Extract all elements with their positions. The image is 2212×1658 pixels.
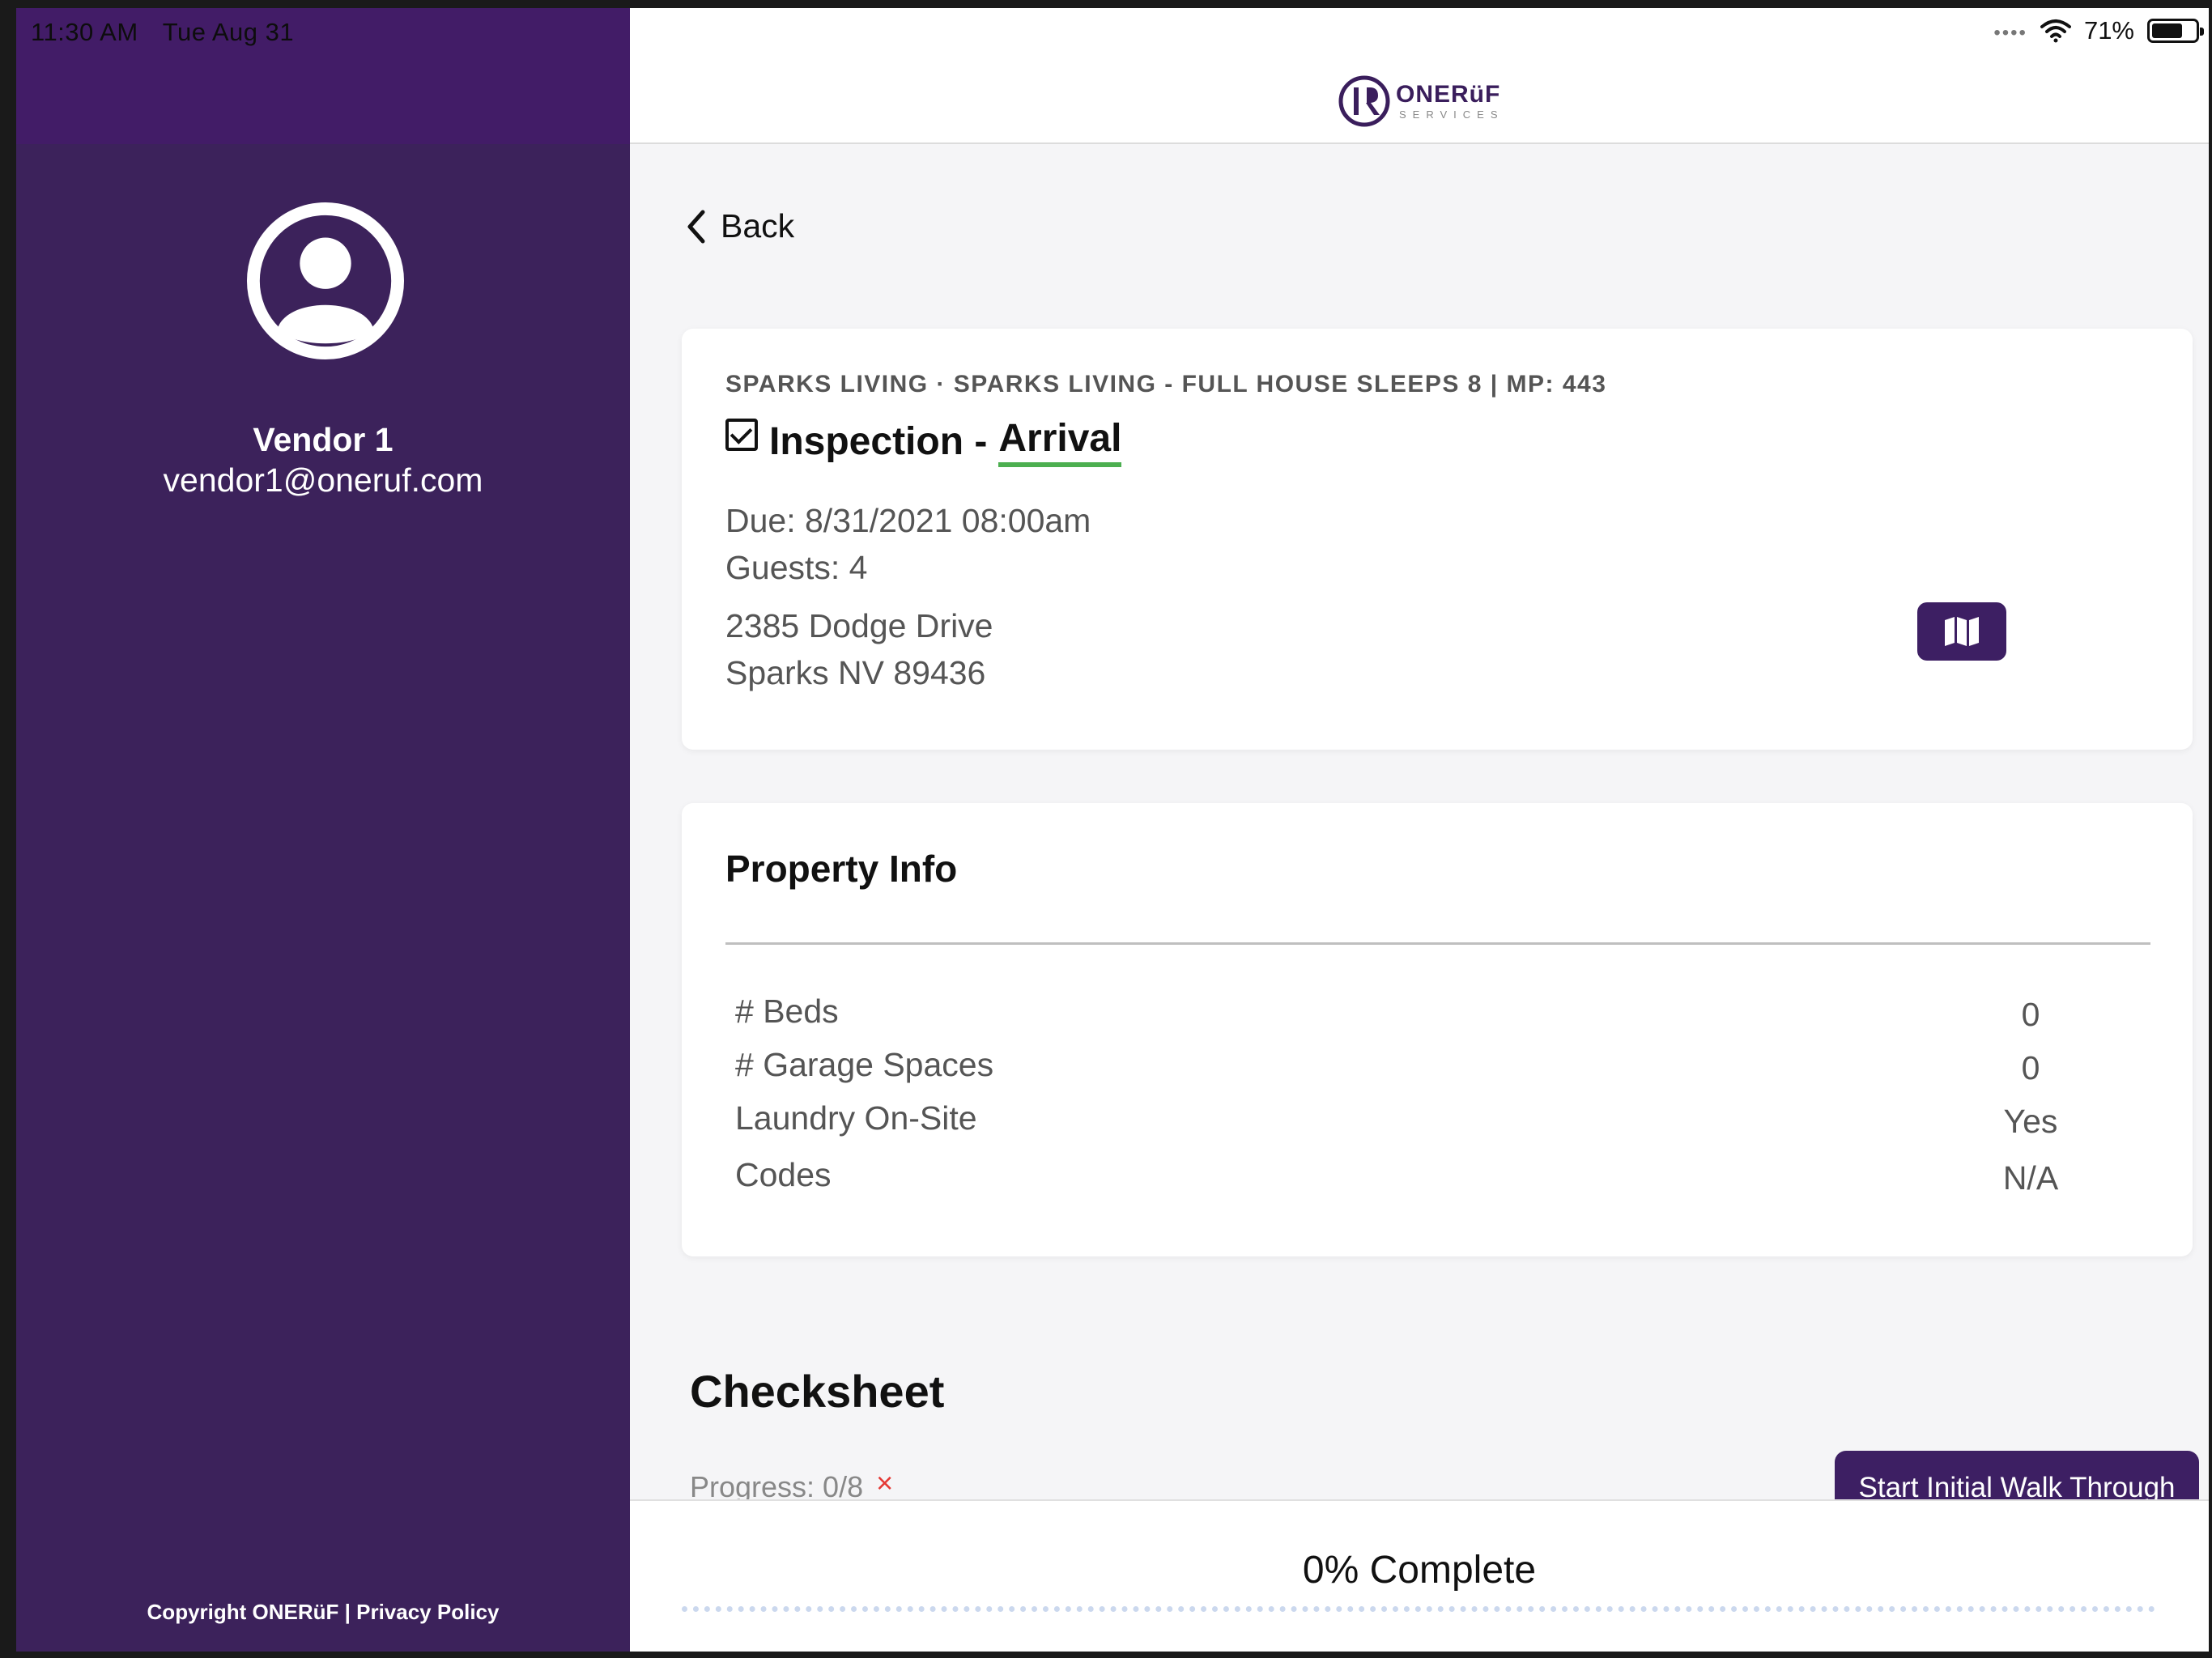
user-name: Vendor 1 — [253, 421, 393, 458]
back-button[interactable]: Back — [685, 207, 794, 245]
status-time: 11:30 AM Tue Aug 31 — [31, 18, 318, 47]
property-row: Codes N/A — [735, 1156, 2112, 1205]
task-title: Inspection - Arrival — [725, 416, 1122, 467]
top-bar: •••• 71% ONERüF SERVICES — [630, 8, 2209, 144]
property-label: Laundry On-Site — [735, 1099, 977, 1137]
wifi-icon — [2040, 19, 2071, 43]
property-label: # Garage Spaces — [735, 1046, 994, 1083]
property-value: Yes — [2003, 1103, 2058, 1140]
close-icon: × — [876, 1466, 894, 1499]
completion-text: 0% Complete — [1302, 1549, 1537, 1592]
progress-dots-divider — [682, 1606, 2155, 1612]
property-value: 0 — [2021, 996, 2040, 1033]
property-row: # Beds 0 — [735, 993, 2112, 1041]
status-date: Tue Aug 31 — [162, 18, 295, 46]
map-icon — [1945, 617, 1979, 646]
main-content: •••• 71% ONERüF SERVICES Back SPARKS LIV… — [630, 8, 2209, 1652]
property-value: 0 — [2021, 1049, 2040, 1086]
task-title-highlight: Arrival — [998, 416, 1122, 467]
task-due: Due: 8/31/2021 08:00am — [725, 502, 1091, 539]
app-screen: 11:30 AM Tue Aug 31 Vendor 1 vendor1@oner… — [16, 8, 2209, 1652]
property-row: # Garage Spaces 0 — [735, 1046, 2112, 1095]
task-card: SPARKS LIVING · SPARKS LIVING - FULL HOU… — [682, 329, 2193, 750]
logo-title: ONERüF — [1396, 81, 1501, 108]
oneruf-logo: ONERüF SERVICES — [1338, 74, 1504, 128]
property-label: Codes — [735, 1156, 832, 1193]
signal-dots-icon: •••• — [1993, 22, 2027, 44]
task-address-line2: Sparks NV 89436 — [725, 654, 986, 691]
property-value: N/A — [2002, 1159, 2059, 1197]
chevron-left-icon — [687, 210, 705, 243]
back-label: Back — [721, 207, 795, 244]
status-bar-left: 11:30 AM Tue Aug 31 — [16, 8, 630, 144]
completion-bar: 0% Complete — [630, 1499, 2209, 1652]
user-avatar-icon[interactable] — [245, 201, 406, 361]
task-address-line1: 2385 Dodge Drive — [725, 607, 993, 644]
task-property-subtitle: SPARKS LIVING · SPARKS LIVING - FULL HOU… — [725, 371, 1607, 397]
task-title-prefix: Inspection - — [769, 420, 988, 463]
divider — [725, 942, 2150, 945]
property-label: # Beds — [735, 993, 839, 1030]
map-button[interactable] — [1917, 602, 2006, 661]
property-info-title: Property Info — [725, 848, 958, 890]
task-guests: Guests: 4 — [725, 549, 868, 586]
checksheet-title: Checksheet — [690, 1366, 945, 1417]
sidebar: 11:30 AM Tue Aug 31 Vendor 1 vendor1@oner… — [16, 8, 630, 1652]
logo-mark-icon — [1338, 75, 1390, 127]
status-bar-right: •••• 71% — [1993, 16, 2204, 45]
property-row: Laundry On-Site Yes — [735, 1099, 2112, 1148]
copyright-footer[interactable]: Copyright ONERüF | Privacy Policy — [16, 1600, 630, 1625]
battery-icon — [2147, 19, 2204, 43]
checkbox-checked-icon — [725, 418, 758, 451]
property-info-card: Property Info # Beds 0 # Garage Spaces 0… — [682, 803, 2193, 1256]
user-email: vendor1@oneruf.com — [163, 461, 483, 499]
battery-percent: 71% — [2083, 16, 2134, 45]
status-clock: 11:30 AM — [31, 18, 138, 46]
logo-subtitle: SERVICES — [1399, 108, 1504, 121]
